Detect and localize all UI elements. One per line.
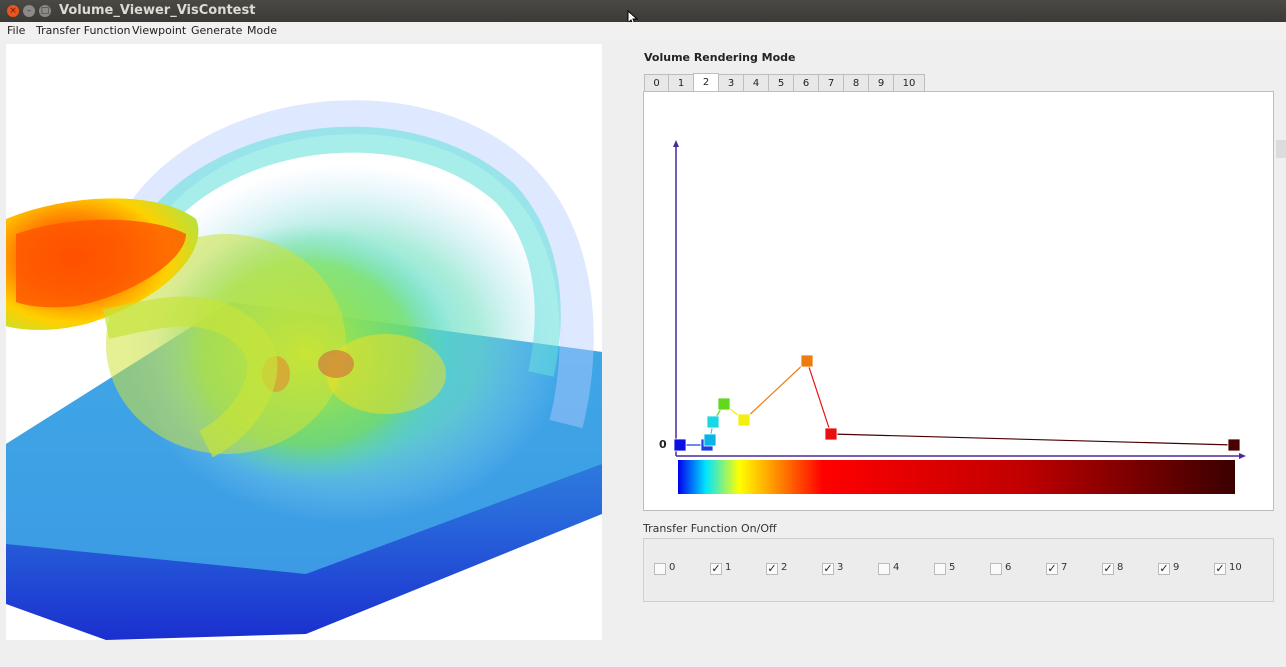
checkbox[interactable]: ✓ [766, 563, 778, 575]
transfer-function-colorbar [678, 460, 1235, 494]
checkbox[interactable]: ✓ [1046, 563, 1058, 575]
menu-generate[interactable]: Generate [191, 24, 242, 37]
tf-control-point[interactable] [1227, 438, 1241, 452]
y-zero-label: 0 [659, 438, 667, 451]
tf-segment [830, 433, 1235, 446]
menu-file[interactable]: File [7, 24, 25, 37]
tab-5[interactable]: 5 [768, 74, 794, 92]
volume-render-image [6, 100, 602, 640]
checkbox-label: 6 [1005, 562, 1012, 573]
tab-7[interactable]: 7 [818, 74, 844, 92]
close-icon[interactable]: × [7, 5, 19, 17]
menu-viewpoint[interactable]: Viewpoint [132, 24, 186, 37]
tf-control-point[interactable] [824, 427, 838, 441]
tf-control-point[interactable] [800, 354, 814, 368]
title-bar: × – □ Volume_Viewer_VisContest [0, 0, 1286, 26]
scrollbar-handle[interactable] [1276, 140, 1286, 158]
checkbox-label: 3 [837, 562, 844, 573]
tf-control-point[interactable] [737, 413, 751, 427]
tab-0[interactable]: 0 [644, 74, 669, 92]
volume-render-viewport[interactable] [6, 44, 602, 640]
checkbox-label: 4 [893, 562, 900, 573]
checkbox-label: 8 [1117, 562, 1124, 573]
checkbox[interactable]: ✓ [1102, 563, 1114, 575]
checkbox-label: 1 [725, 562, 732, 573]
checkbox[interactable]: ✓ [1158, 563, 1170, 575]
checkbox[interactable] [934, 563, 946, 575]
checkbox[interactable]: ✓ [1214, 563, 1226, 575]
tab-1[interactable]: 1 [668, 74, 694, 92]
minimize-icon[interactable]: – [23, 5, 35, 17]
tab-9[interactable]: 9 [868, 74, 894, 92]
tab-2[interactable]: 2 [693, 73, 719, 92]
maximize-icon[interactable]: □ [39, 5, 51, 17]
x-axis-arrow [1239, 453, 1246, 459]
tf-segment [743, 360, 808, 421]
y-axis-arrow [673, 140, 679, 147]
menu-bar: File Transfer Function Viewpoint Generat… [0, 22, 1286, 39]
tf-control-point[interactable] [673, 438, 687, 452]
transfer-function-plot[interactable]: 0 [644, 92, 1274, 511]
tf-control-point[interactable] [703, 433, 717, 447]
checkbox-label: 9 [1173, 562, 1180, 573]
tf-segment [806, 360, 832, 435]
window-title: Volume_Viewer_VisContest [59, 3, 256, 18]
tab-8[interactable]: 8 [843, 74, 869, 92]
transfer-function-editor[interactable]: 0 [643, 91, 1274, 511]
tab-10[interactable]: 10 [893, 74, 925, 92]
volume-rendering-mode-label: Volume Rendering Mode [644, 51, 796, 64]
rendering-mode-tabs: 0 1 2 3 4 5 6 7 8 9 10 [644, 73, 925, 92]
checkbox-label: 7 [1061, 562, 1068, 573]
tf-control-point[interactable] [717, 397, 731, 411]
transfer-function-onoff-group: 0 ✓ 1 ✓ 2 ✓ 3 4 5 6 ✓ 7 ✓ 8 ✓ 9 ✓ 10 [643, 538, 1274, 602]
checkbox-label: 10 [1229, 562, 1242, 573]
menu-mode[interactable]: Mode [247, 24, 277, 37]
checkbox-label: 5 [949, 562, 956, 573]
checkbox[interactable] [654, 563, 666, 575]
checkbox-label: 2 [781, 562, 788, 573]
checkbox[interactable] [990, 563, 1002, 575]
checkbox-label: 0 [669, 562, 676, 573]
checkbox[interactable]: ✓ [710, 563, 722, 575]
tab-4[interactable]: 4 [743, 74, 769, 92]
tab-3[interactable]: 3 [718, 74, 744, 92]
tab-6[interactable]: 6 [793, 74, 819, 92]
menu-transfer-function[interactable]: Transfer Function [36, 24, 131, 37]
checkbox[interactable]: ✓ [822, 563, 834, 575]
tf-control-point[interactable] [706, 415, 720, 429]
checkbox[interactable] [878, 563, 890, 575]
transfer-function-onoff-label: Transfer Function On/Off [643, 522, 777, 535]
